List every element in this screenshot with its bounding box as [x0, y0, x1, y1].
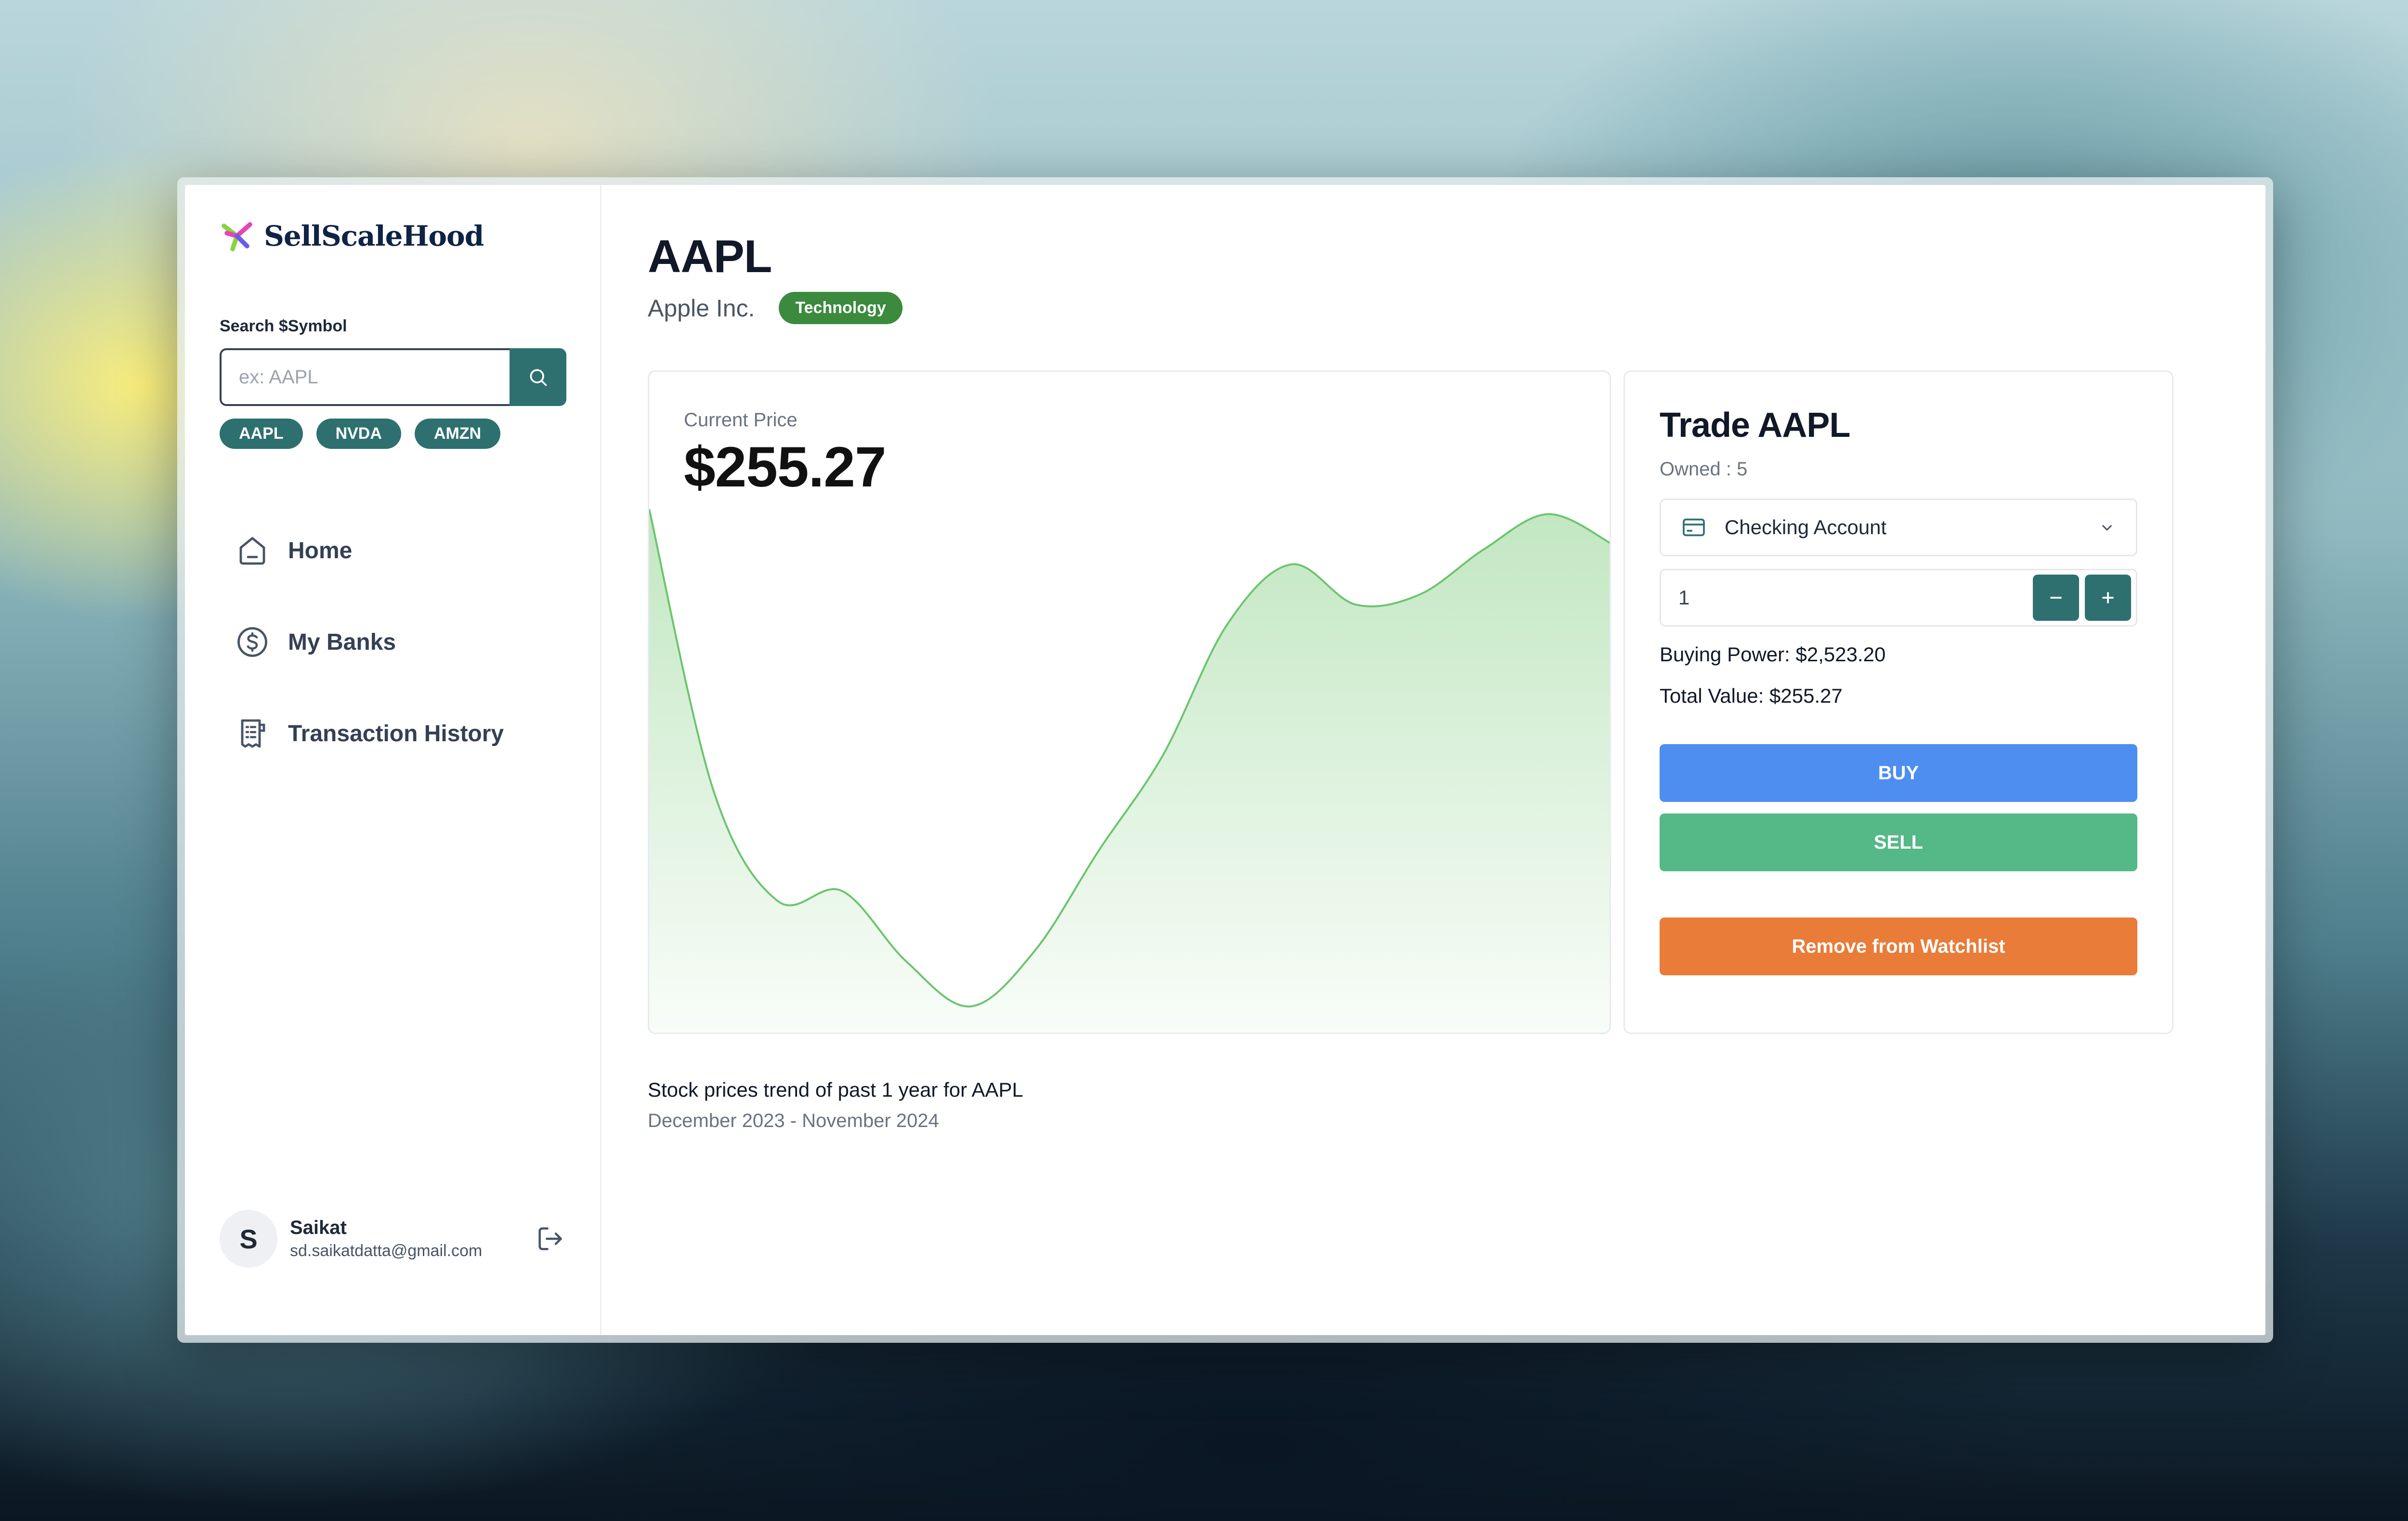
current-price-value: $255.27: [684, 435, 887, 499]
quick-symbols: AAPL NVDA AMZN: [220, 419, 565, 449]
chart-caption: Stock prices trend of past 1 year for AA…: [648, 1078, 1023, 1101]
chip-aapl[interactable]: AAPL: [220, 419, 303, 449]
app-window: SellScaleHood Search $Symbol AAPL NVDA A…: [177, 177, 2273, 1343]
company-name: Apple Inc.: [648, 294, 755, 322]
user-info: Saikat sd.saikatdatta@gmail.com: [290, 1217, 535, 1260]
chart-area: [649, 509, 1610, 1033]
search-input[interactable]: [220, 348, 510, 406]
user-profile: S Saikat sd.saikatdatta@gmail.com: [220, 1210, 565, 1268]
search-label: Search $Symbol: [220, 317, 347, 335]
remove-watchlist-button[interactable]: Remove from Watchlist: [1660, 918, 2137, 975]
sidebar-item-my-banks[interactable]: My Banks: [220, 596, 565, 688]
sidebar-item-label: Home: [288, 538, 353, 564]
user-email: sd.saikatdatta@gmail.com: [290, 1242, 483, 1260]
home-icon: [239, 537, 265, 565]
logout-icon[interactable]: [535, 1223, 565, 1254]
user-name: Saikat: [290, 1217, 347, 1238]
credit-card-icon: [1683, 518, 1705, 537]
content-row: Current Price $255.27 Trade AAPL Owned :…: [648, 370, 2219, 1034]
sidebar-item-label: Transaction History: [288, 721, 504, 747]
receipt-icon: [241, 719, 265, 748]
trade-title: Trade AAPL: [1660, 406, 1850, 445]
chip-nvda[interactable]: NVDA: [316, 419, 401, 449]
minus-icon: [2050, 597, 2062, 599]
search-bar: [220, 348, 566, 406]
increment-button[interactable]: [2085, 575, 2131, 621]
current-price-label: Current Price: [684, 409, 798, 431]
quantity-input[interactable]: 1: [1678, 586, 2027, 609]
sidebar-item-transaction-history[interactable]: Transaction History: [220, 688, 565, 779]
sidebar-item-label: My Banks: [288, 629, 396, 655]
decrement-button[interactable]: [2033, 575, 2079, 621]
sidebar-nav: Home My Banks Transaction History: [220, 505, 565, 779]
sector-badge: Technology: [779, 292, 903, 324]
sidebar: SellScaleHood Search $Symbol AAPL NVDA A…: [185, 185, 602, 1335]
page-title: AAPL: [648, 231, 772, 282]
buying-power: Buying Power: $2,523.20: [1660, 643, 1886, 666]
chip-amzn[interactable]: AMZN: [414, 419, 501, 449]
main-content: AAPL Apple Inc. Technology Current Price…: [602, 185, 2265, 1335]
price-chart-card: Current Price $255.27: [648, 370, 1611, 1034]
chevron-down-icon: [2102, 525, 2112, 531]
chart-date-range: December 2023 - November 2024: [648, 1110, 939, 1131]
owned-shares: Owned : 5: [1660, 459, 1748, 480]
plus-icon: [2102, 592, 2114, 603]
avatar[interactable]: S: [220, 1210, 277, 1268]
search-button[interactable]: [510, 348, 566, 406]
sell-button[interactable]: SELL: [1660, 813, 2137, 871]
sidebar-item-home[interactable]: Home: [220, 505, 565, 596]
account-select[interactable]: Checking Account: [1660, 498, 2137, 556]
brand[interactable]: SellScaleHood: [220, 219, 565, 253]
app-container: SellScaleHood Search $Symbol AAPL NVDA A…: [185, 185, 2265, 1335]
search-icon: [530, 369, 547, 386]
stock-subtitle: Apple Inc. Technology: [648, 292, 2219, 324]
quantity-stepper: 1: [1660, 569, 2137, 627]
account-select-value: Checking Account: [1725, 516, 1887, 538]
dollar-circle-icon: [237, 627, 267, 657]
logo-icon: [222, 222, 252, 251]
buy-button[interactable]: BUY: [1660, 744, 2137, 802]
brand-name: SellScaleHood: [264, 220, 484, 252]
trade-panel: Trade AAPL Owned : 5 Checking Account 1 …: [1623, 370, 2173, 1034]
total-value: Total Value: $255.27: [1660, 684, 1843, 707]
